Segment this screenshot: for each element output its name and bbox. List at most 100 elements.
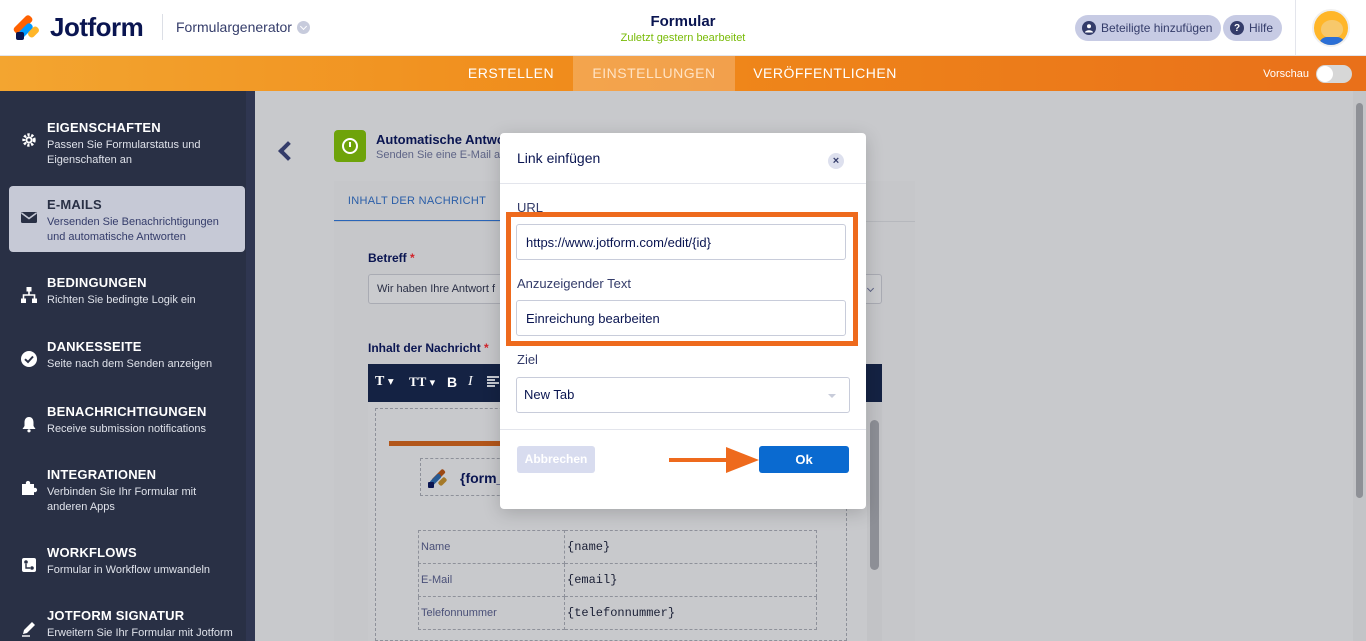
form-builder-label: Formulargenerator [176, 19, 292, 35]
table-key: E-Mail [418, 563, 565, 597]
sidebar-item-desc: Verbinden Sie Ihr Formular mit anderen A… [47, 486, 197, 513]
table-value: {email} [564, 563, 817, 597]
bold-button[interactable]: B [447, 374, 457, 390]
form-title-block[interactable]: Formular Zuletzt gestern bearbeitet [583, 13, 783, 44]
table-key: Telefonnummer [418, 596, 565, 630]
tab-erstellen[interactable]: ERSTELLEN [454, 56, 568, 91]
chevron-down-icon [866, 284, 875, 293]
settings-sidebar: EIGENSCHAFTEN Passen Sie Formularstatus … [0, 91, 255, 641]
header-divider-right [1295, 0, 1296, 56]
sidebar-item-desc: Richten Sie bedingte Logik ein [47, 294, 196, 306]
add-participants-label: Beteiligte hinzufügen [1101, 21, 1213, 35]
chevron-down-icon [296, 20, 310, 34]
align-button[interactable] [486, 374, 500, 393]
table-value: {telefonnummer} [564, 596, 817, 630]
sidebar-item-title: BEDINGUNGEN [47, 275, 147, 290]
clock-icon [342, 138, 358, 154]
form-title: Formular [650, 13, 716, 30]
message-label-text: Inhalt der Nachricht [368, 341, 481, 355]
sidebar-item-desc: Seite nach dem Senden anzeigen [47, 358, 213, 370]
pen-icon [19, 619, 39, 639]
target-label: Ziel [517, 352, 538, 367]
sidebar-item-desc: Formular in Workflow umwandeln [47, 564, 211, 576]
sidebar-item-jotform-signatur[interactable]: JOTFORM SIGNATUR Erweitern Sie Ihr Formu… [9, 597, 245, 641]
italic-button[interactable]: I [468, 374, 473, 390]
subject-label: Betreff * [368, 251, 415, 265]
sidebar-item-desc: Passen Sie Formularstatus und Eigenschaf… [47, 139, 201, 166]
font-size-button[interactable]: TT ▾ [409, 374, 435, 390]
scrollbar-thumb[interactable] [870, 420, 879, 570]
dialog-header-divider [500, 183, 866, 184]
preview-label: Vorschau [1263, 68, 1309, 80]
user-icon [1082, 21, 1096, 35]
dialog-footer-divider [500, 429, 866, 430]
gear-icon [19, 131, 39, 151]
sidebar-item-eigenschaften[interactable]: EIGENSCHAFTEN Passen Sie Formularstatus … [9, 109, 245, 175]
preview-toggle[interactable] [1316, 65, 1352, 83]
sidebar-scrollbar[interactable] [246, 91, 255, 641]
sidebar-item-title: JOTFORM SIGNATUR [47, 608, 185, 623]
avatar-body [1319, 37, 1345, 45]
bell-icon [19, 415, 39, 435]
help-label: Hilfe [1249, 21, 1274, 35]
sidebar-item-benachrichtigungen[interactable]: BENACHRICHTIGUNGEN Receive submission no… [9, 393, 245, 459]
jotform-logo-icon [427, 467, 448, 489]
section-title: Automatische Antwor [376, 132, 510, 147]
scrollbar-thumb[interactable] [1356, 103, 1363, 498]
table-value: {name} [564, 530, 817, 564]
sidebar-item-desc: Versenden Sie Benachrichtigungen und aut… [47, 216, 219, 243]
sidebar-item-integrationen[interactable]: INTEGRATIONEN Verbinden Sie Ihr Formular… [9, 456, 245, 522]
sidebar-item-workflows[interactable]: WORKFLOWS Formular in Workflow umwandeln [9, 534, 245, 600]
help-icon: ? [1230, 21, 1244, 35]
target-select[interactable]: New Tab [516, 377, 850, 413]
puzzle-icon [19, 478, 39, 498]
required-mark: * [410, 251, 415, 265]
font-style-button[interactable]: T ▾ [375, 374, 394, 390]
avatar-face [1321, 20, 1343, 38]
jotform-logo-icon [12, 13, 41, 42]
ok-button[interactable]: Ok [759, 446, 849, 473]
target-select-value: New Tab [524, 387, 575, 402]
sidebar-item-emails[interactable]: E-MAILS Versenden Sie Benachrichtigungen… [9, 186, 245, 252]
sidebar-item-bedingungen[interactable]: BEDINGUNGEN Richten Sie bedingte Logik e… [9, 264, 245, 330]
sidebar-item-desc: Erweitern Sie Ihr Formular mit Jotform [47, 627, 233, 639]
message-label: Inhalt der Nachricht * [368, 341, 489, 355]
user-avatar[interactable] [1312, 9, 1350, 47]
header-divider [162, 14, 163, 40]
tab-einstellungen[interactable]: EINSTELLUNGEN [573, 56, 735, 91]
page-scrollbar[interactable] [1353, 91, 1366, 641]
sidebar-item-dankesseite[interactable]: DANKESSEITE Seite nach dem Senden anzeig… [9, 328, 245, 394]
jotform-logo[interactable]: Jotform [12, 12, 144, 43]
editor-scrollbar[interactable] [867, 402, 882, 641]
table-key: Name [418, 530, 565, 564]
template-form-title: {form_ [460, 470, 505, 486]
sidebar-item-title: EIGENSCHAFTEN [47, 120, 161, 135]
main-navigation: ERSTELLEN EINSTELLUNGEN VERÖFFENTLICHEN … [0, 56, 1366, 91]
highlight-annotation-box [506, 212, 858, 346]
sidebar-item-title: BENACHRICHTIGUNGEN [47, 404, 207, 419]
font-size-glyph: TT [409, 374, 427, 389]
dialog-title: Link einfügen [517, 150, 601, 166]
table-row: E-Mail {email} [418, 563, 817, 597]
sidebar-item-title: DANKESSEITE [47, 339, 142, 354]
subject-value: Wir haben Ihre Antwort f [377, 283, 495, 295]
sidebar-item-desc: Receive submission notifications [47, 423, 206, 435]
tab-veroeffentlichen[interactable]: VERÖFFENTLICHEN [740, 56, 910, 91]
autoresponder-icon [334, 130, 366, 162]
form-builder-dropdown[interactable]: Formulargenerator [176, 19, 310, 35]
arrow-annotation-icon [669, 447, 759, 473]
tab-message-content[interactable]: INHALT DER NACHRICHT [334, 181, 500, 222]
font-style-glyph: T [375, 374, 385, 389]
table-row: Name {name} [418, 530, 817, 564]
add-participants-button[interactable]: Beteiligte hinzufügen [1075, 15, 1222, 41]
sitemap-icon [19, 286, 39, 306]
close-icon[interactable]: × [828, 153, 844, 169]
required-mark: * [484, 341, 489, 355]
sidebar-item-title: WORKFLOWS [47, 545, 137, 560]
cancel-button[interactable]: Abbrechen [517, 446, 595, 473]
workflow-icon [19, 556, 39, 576]
preview-toggle-group: Vorschau [1263, 65, 1352, 83]
submission-table: Name {name} E-Mail {email} Telefonnummer… [418, 530, 817, 630]
envelope-icon [19, 208, 39, 228]
help-button[interactable]: ? Hilfe [1223, 15, 1283, 41]
